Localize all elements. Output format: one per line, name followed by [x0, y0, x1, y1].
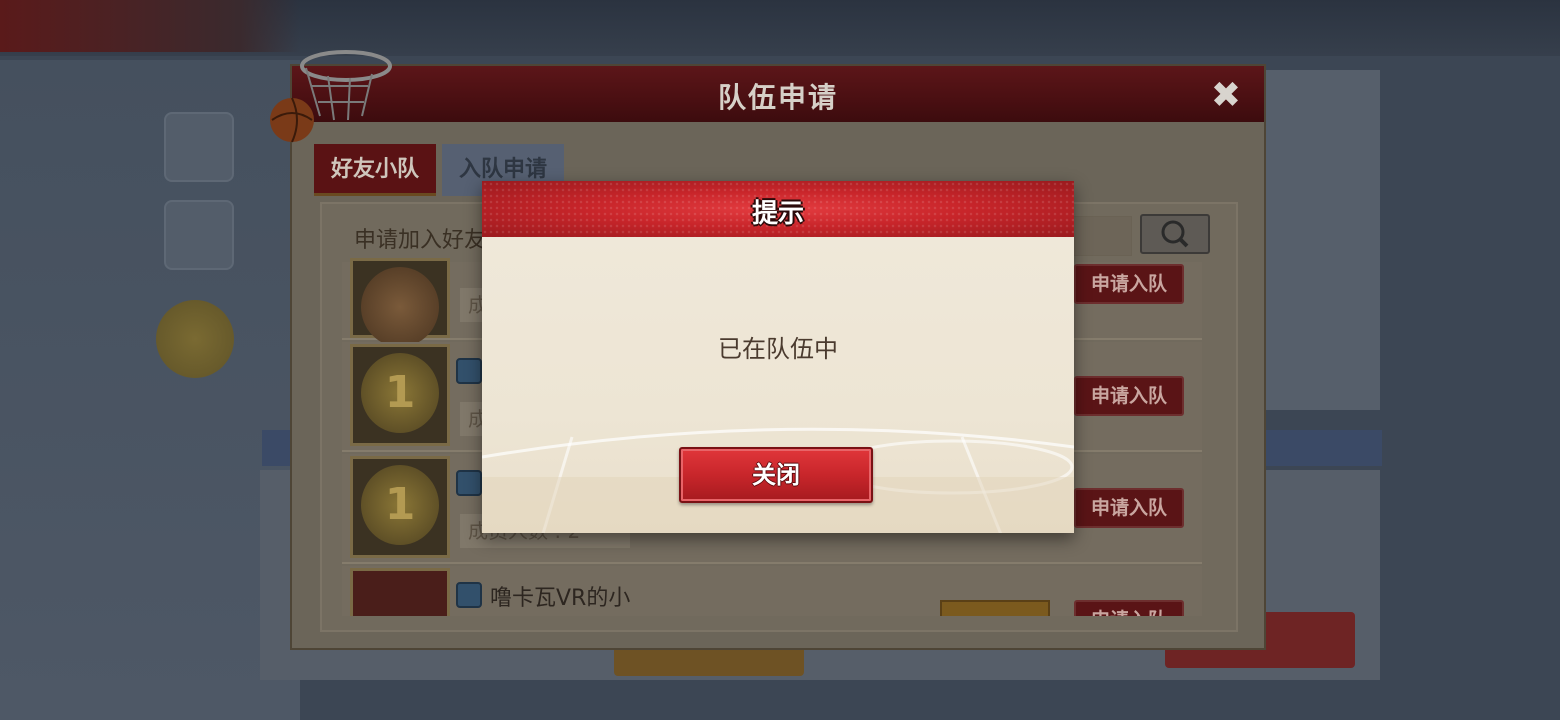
tab-friend-team[interactable]: 好友小队 — [314, 144, 436, 196]
alert-message: 已在队伍中 — [718, 335, 838, 363]
background-coin-icon — [156, 300, 234, 378]
search-label: 申请加入好友 — [354, 228, 487, 253]
list-item: 噜卡瓦VR的小 申请入队 — [342, 566, 1202, 616]
level-badge-icon — [456, 582, 482, 608]
avatar — [350, 258, 450, 347]
dialog-header: 队伍申请 ✖ — [292, 66, 1264, 122]
search-button[interactable] — [1140, 214, 1210, 254]
background-menu-tile — [164, 200, 234, 270]
level-badge-icon — [456, 470, 482, 496]
level-badge-icon — [456, 358, 482, 384]
alert-title: 提示 — [751, 199, 804, 229]
avatar — [350, 568, 450, 616]
background-menu-tile — [164, 112, 234, 182]
trophy-icon: 1 — [361, 353, 439, 433]
apply-join-button[interactable]: 申请入队 — [1074, 600, 1184, 616]
background-left-panel — [0, 60, 300, 720]
trophy-icon: 1 — [361, 465, 439, 545]
alert-header: 提示 — [482, 181, 1074, 237]
avatar: 1 — [350, 456, 450, 558]
close-icon[interactable]: ✖ — [1206, 76, 1246, 116]
search-icon — [1161, 220, 1189, 248]
avatar: 1 — [350, 344, 450, 446]
apply-join-button[interactable]: 申请入队 — [1074, 488, 1184, 528]
basketball-hoop-icon — [270, 50, 392, 143]
apply-join-button[interactable]: 申请入队 — [1074, 376, 1184, 416]
dialog-title: 队伍申请 — [717, 81, 838, 114]
close-button[interactable]: 关闭 — [679, 447, 873, 503]
apply-join-button[interactable]: 申请入队 — [1074, 264, 1184, 304]
alert-popup: 提示 已在队伍中 关闭 — [482, 181, 1074, 533]
team-name: 噜卡瓦VR的小 — [490, 586, 631, 611]
orange-button[interactable] — [940, 600, 1050, 616]
background-right-panel — [1265, 70, 1380, 410]
background-top-bar-accent — [0, 0, 300, 52]
